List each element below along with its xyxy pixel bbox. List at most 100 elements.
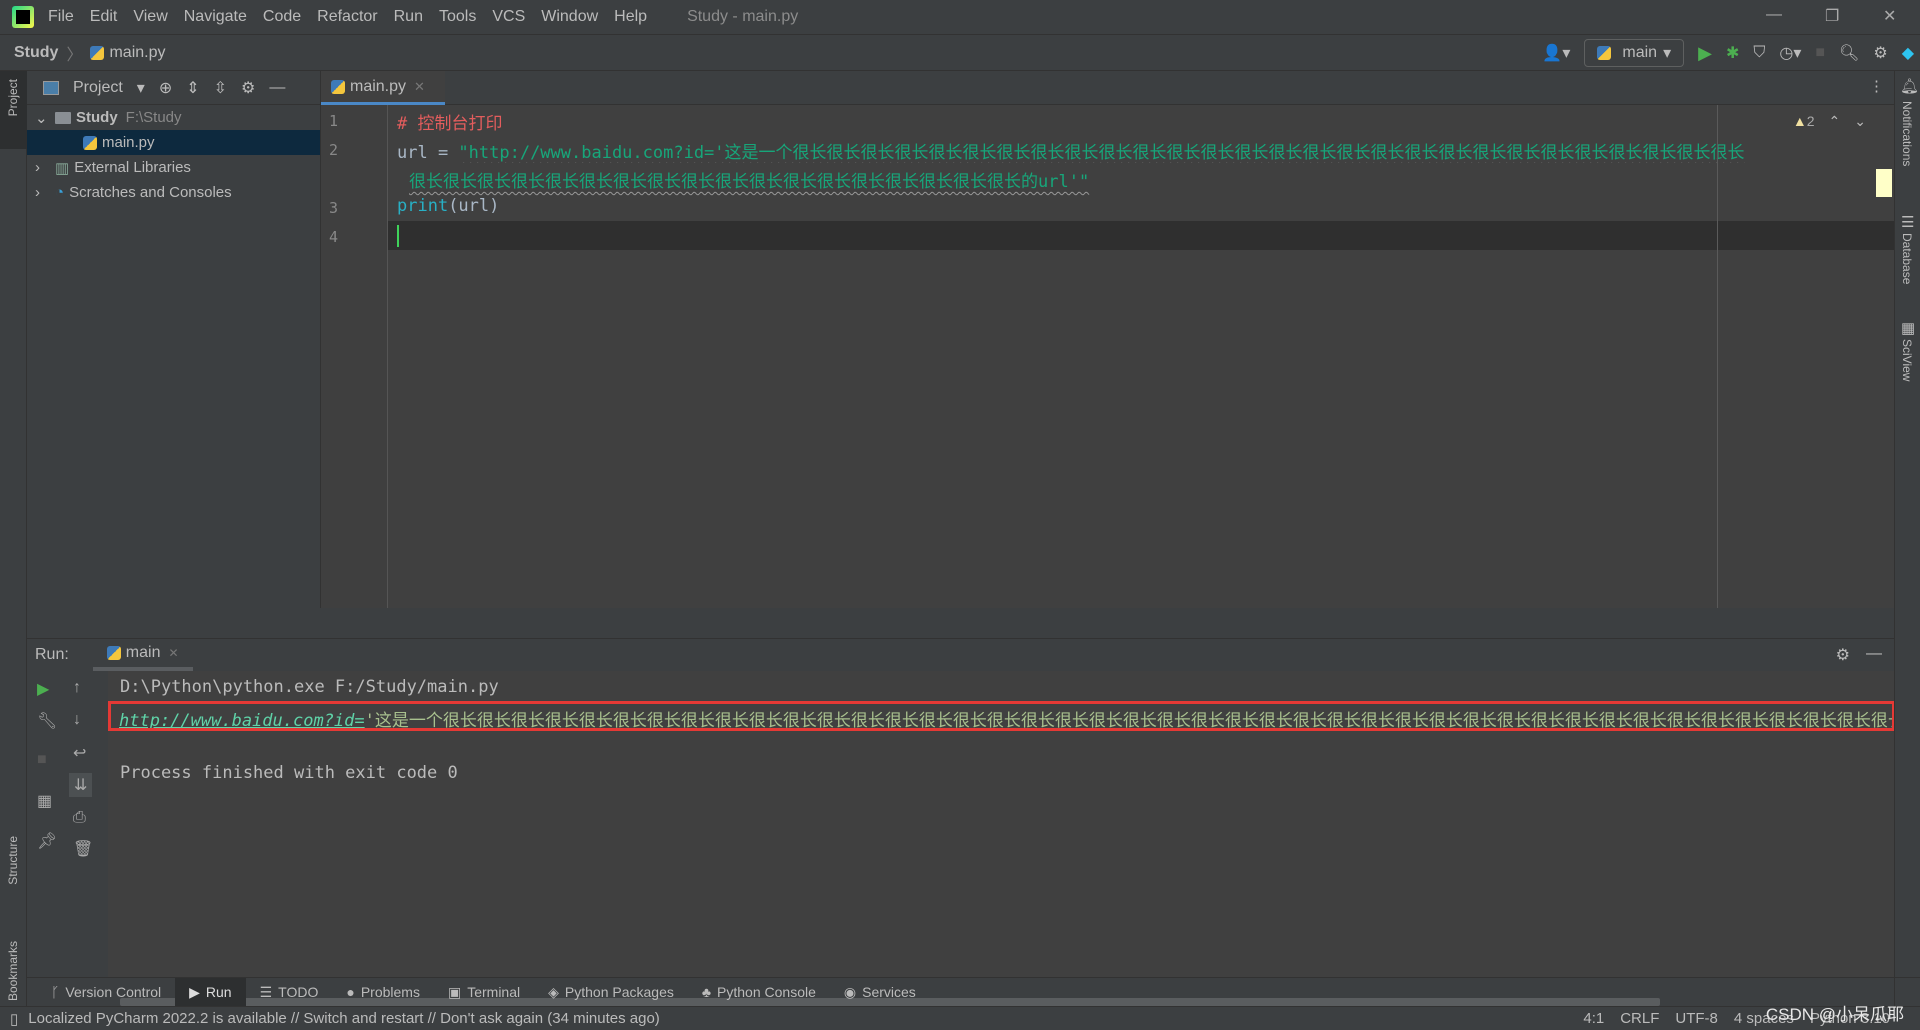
profile-icon[interactable]: ◷▾ [1779,43,1801,63]
console-output[interactable]: D:\Python\python.exe F:/Study/main.py ht… [108,671,1895,1006]
menu-edit[interactable]: Edit [90,8,118,26]
notifications-tool-button[interactable]: Notifications [1900,101,1914,166]
scroll-to-end-icon[interactable]: ⇊ [69,773,93,797]
chevron-down-icon[interactable]: ⌄ [35,109,55,127]
tab-python-packages[interactable]: ◈ Python Packages [534,978,688,1007]
locate-icon[interactable]: ⊕ [159,78,172,98]
tab-problems[interactable]: ● Problems [332,978,434,1007]
menu-vcs[interactable]: VCS [492,8,525,26]
menu-run[interactable]: Run [394,8,423,26]
tab-terminal[interactable]: ▣ Terminal [434,978,534,1007]
arrow-down-icon[interactable]: ↓ [73,711,81,729]
code-line-1: # 控制台打印 [397,114,503,134]
soft-wrap-icon[interactable]: ↩ [73,743,86,763]
tab-python-console[interactable]: ♣ Python Console [688,978,830,1007]
menu-navigate[interactable]: Navigate [184,8,247,26]
layout-icon[interactable]: ▦ [37,791,52,811]
run-panel: Run: main ✕ ⚙ — ▶ 🔧︎ ■ ▦ 📌︎ ↑ ↓ ↩ ⇊ ⎙ 🗑︎… [27,639,1895,1006]
minimize-icon[interactable]: — [1766,6,1782,24]
close-tab-icon[interactable]: ✕ [414,79,425,95]
caret-position[interactable]: 4:1 [1583,1010,1604,1027]
close-tab-icon[interactable]: ✕ [168,646,178,660]
hide-icon[interactable]: — [269,79,285,97]
search-icon[interactable]: 🔍︎ [1839,43,1859,63]
wrench-icon[interactable]: 🔧︎ [37,711,57,731]
close-icon[interactable]: ✕ [1883,6,1896,26]
menu-window[interactable]: Window [541,8,598,26]
breadcrumb-project[interactable]: Study [14,44,58,62]
more-options-icon[interactable]: ⋮ [1869,77,1884,95]
warning-stripe-marker[interactable] [1876,169,1892,197]
tab-version-control[interactable]: ᚴ Version Control [37,978,175,1007]
breadcrumb-file[interactable]: main.py [109,44,165,62]
chevron-right-icon[interactable]: › [35,159,55,176]
chevron-down-icon[interactable]: ▾ [137,78,145,98]
run-icon[interactable]: ▶ [1698,43,1712,64]
status-message[interactable]: Localized PyCharm 2022.2 is available //… [28,1010,660,1027]
vcs-user-icon[interactable]: 👤▾ [1542,43,1570,63]
tree-item-main-py[interactable]: main.py [27,130,320,155]
database-tool-button[interactable]: Database [1900,233,1914,284]
line-number: 4 [329,228,339,246]
rerun-icon[interactable]: ▶ [37,679,49,699]
toolbox-icon[interactable]: ◆ [1902,43,1914,63]
terminal-icon: ▣ [447,983,462,1000]
gear-icon[interactable]: ⚙ [241,78,255,98]
library-icon: ▥ [55,159,70,177]
expand-all-icon[interactable]: ⇕ [186,78,199,98]
pycharm-logo [12,6,34,28]
tab-main-py[interactable]: main.py ✕ [321,71,445,105]
bookmarks-tool-button[interactable]: Bookmarks [6,941,20,1001]
warning-count: 2 [1806,113,1815,129]
inspection-widget[interactable]: ▲2 ⌃ ⌄ [1793,113,1866,130]
menu-refactor[interactable]: Refactor [317,8,377,26]
list-icon: ☰ [259,983,273,1000]
tab-label: Terminal [467,984,521,1000]
tree-item-scratches[interactable]: › ◔ Scratches and Consoles [27,180,320,205]
panel-splitter[interactable] [27,608,1894,639]
gear-icon[interactable]: ⚙ [1873,43,1887,63]
notifications-icon[interactable]: 🔔︎ [1900,77,1919,95]
event-log-icon[interactable]: ▯ [10,1010,18,1028]
run-configuration-select[interactable]: main ▾ [1584,39,1685,67]
tree-item-study[interactable]: ⌄ Study F:\Study [27,105,320,130]
structure-tool-button[interactable]: Structure [6,836,20,885]
chevron-down-icon[interactable]: ⌄ [1854,113,1866,130]
tab-run[interactable]: ▶ Run [175,977,246,1007]
menu-tools[interactable]: Tools [439,8,476,26]
restore-icon[interactable]: ❐ [1825,6,1839,26]
line-separator[interactable]: CRLF [1620,1010,1659,1027]
status-bar: ▯ Localized PyCharm 2022.2 is available … [0,1006,1920,1030]
run-tab-main[interactable]: main ✕ [92,639,193,671]
coverage-icon[interactable]: ⛉ [1753,44,1765,62]
hide-icon[interactable]: — [1866,645,1882,663]
menu-view[interactable]: View [133,8,167,26]
console-link[interactable]: http://www.baidu.com?id= [119,711,365,728]
run-panel-label: Run: [35,646,69,663]
code-line-2-wrap: 很长很长很长很长很长很长很长很长很长很长很长很长很长很长很长很长很长很长的url… [409,167,1089,192]
tab-todo[interactable]: ☰ TODO [246,978,333,1007]
trash-icon[interactable]: 🗑︎ [73,839,93,859]
stop-icon[interactable]: ■ [1815,44,1825,62]
gear-icon[interactable]: ⚙ [1836,645,1850,665]
pin-icon[interactable]: 📌︎ [37,831,57,851]
project-tool-button[interactable]: Project [6,79,20,116]
debug-icon[interactable]: ✱ [1726,43,1739,63]
menu-file[interactable]: File [48,8,74,26]
scratches-icon: ◔ [55,184,65,201]
project-panel-title[interactable]: Project [73,79,123,97]
file-encoding[interactable]: UTF-8 [1675,1010,1718,1027]
menu-code[interactable]: Code [263,8,301,26]
editor[interactable]: main.py ✕ ⋮ 1 2 3 4 # 控制台打印 url = "http:… [321,71,1894,608]
chevron-up-icon[interactable]: ⌃ [1829,113,1841,130]
current-line-highlight [321,221,1894,250]
stop-icon[interactable]: ■ [37,751,47,769]
menu-help[interactable]: Help [614,8,647,26]
sciview-tool-button[interactable]: SciView [1900,339,1914,381]
tree-item-external-libraries[interactable]: › ▥ External Libraries [27,155,320,180]
tab-services[interactable]: ◉ Services [830,978,930,1007]
chevron-right-icon[interactable]: › [35,184,55,201]
collapse-all-icon[interactable]: ⇳ [214,78,227,98]
arrow-up-icon[interactable]: ↑ [73,679,81,697]
print-icon[interactable]: ⎙ [73,809,86,827]
